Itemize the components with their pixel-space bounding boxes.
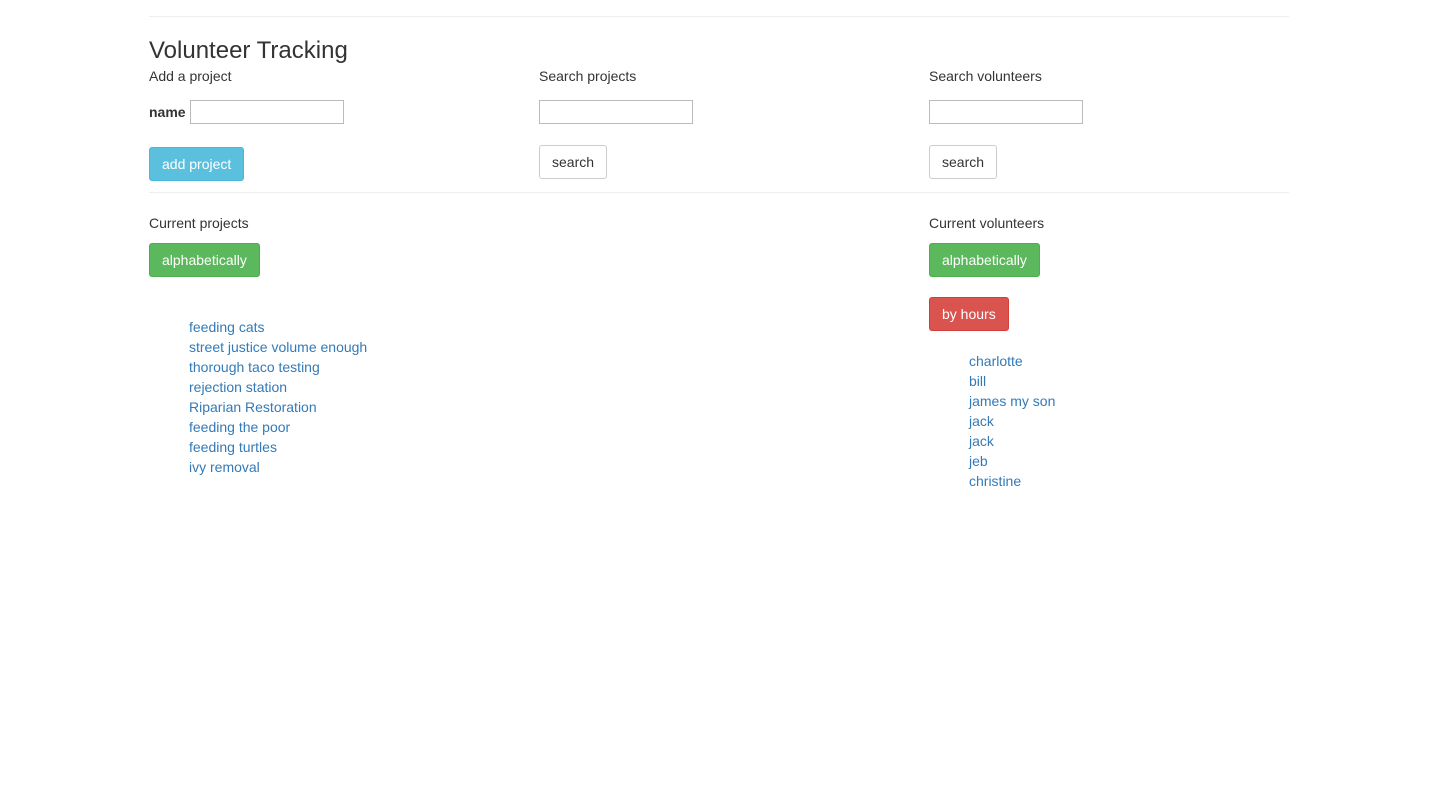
search-volunteers-button[interactable]: search [929,145,998,179]
volunteers-sort-alphabetically-button[interactable]: alphabetically [929,243,1040,277]
projects-list: feeding cats street justice volume enoug… [149,317,367,477]
list-item: jack [969,431,1055,451]
volunteer-link[interactable]: charlotte [969,353,1023,369]
list-item: feeding cats [189,317,367,337]
list-item: charlotte [969,351,1055,371]
project-name-label: name [149,104,186,120]
current-projects-section: Current projects alphabetically feeding … [149,213,367,477]
list-item: ivy removal [189,457,367,477]
search-volunteers-input[interactable] [929,100,1083,124]
list-item: rejection station [189,377,367,397]
forms-row: Add a project name add project Search pr… [149,66,1289,188]
add-project-heading: Add a project [149,68,232,84]
search-projects-heading: Search projects [539,68,637,84]
current-projects-heading: Current projects [149,215,249,231]
list-item: Riparian Restoration [189,397,367,417]
volunteer-link[interactable]: jack [969,413,994,429]
search-volunteers-section: Search volunteers search [929,66,1083,179]
project-link[interactable]: feeding turtles [189,439,277,455]
list-item: street justice volume enough [189,337,367,357]
add-project-button[interactable]: add project [149,147,245,181]
volunteer-link[interactable]: jack [969,433,994,449]
project-name-input[interactable] [189,100,344,124]
list-item: thorough taco testing [189,357,367,377]
middle-divider [149,192,1289,193]
current-volunteers-section: Current volunteers alphabetically by hou… [929,213,1055,491]
project-link[interactable]: thorough taco testing [189,359,320,375]
current-volunteers-heading: Current volunteers [929,215,1045,231]
list-item: jack [969,411,1055,431]
project-name-field-row: name [149,99,344,125]
top-divider [149,16,1289,17]
page-title: Volunteer Tracking [149,37,348,64]
volunteers-sort-by-hours-button[interactable]: by hours [929,297,1009,331]
search-projects-section: Search projects search [539,66,693,179]
search-volunteers-field-row [929,99,1083,125]
project-link[interactable]: feeding the poor [189,419,290,435]
volunteer-link[interactable]: jeb [969,453,988,469]
list-item: bill [969,371,1055,391]
volunteer-link[interactable]: james my son [969,393,1055,409]
project-link[interactable]: feeding cats [189,319,265,335]
projects-sort-alphabetically-button[interactable]: alphabetically [149,243,260,277]
project-link[interactable]: rejection station [189,379,287,395]
volunteer-link[interactable]: christine [969,473,1021,489]
page-container: Volunteer Tracking Add a project name ad… [149,16,1289,513]
volunteer-link[interactable]: bill [969,373,986,389]
search-volunteers-heading: Search volunteers [929,68,1042,84]
project-link[interactable]: ivy removal [189,459,260,475]
list-item: jeb [969,451,1055,471]
lists-row: Current projects alphabetically feeding … [149,213,1289,513]
project-link[interactable]: Riparian Restoration [189,399,317,415]
list-item: feeding the poor [189,417,367,437]
list-item: feeding turtles [189,437,367,457]
search-projects-button[interactable]: search [539,145,608,179]
search-projects-field-row [539,99,693,125]
list-item: christine [969,471,1055,491]
add-project-section: Add a project name add project [149,66,344,181]
volunteers-list: charlotte bill james my son jack jack je… [929,351,1055,491]
project-link[interactable]: street justice volume enough [189,339,367,355]
search-projects-input[interactable] [539,100,693,124]
list-item: james my son [969,391,1055,411]
